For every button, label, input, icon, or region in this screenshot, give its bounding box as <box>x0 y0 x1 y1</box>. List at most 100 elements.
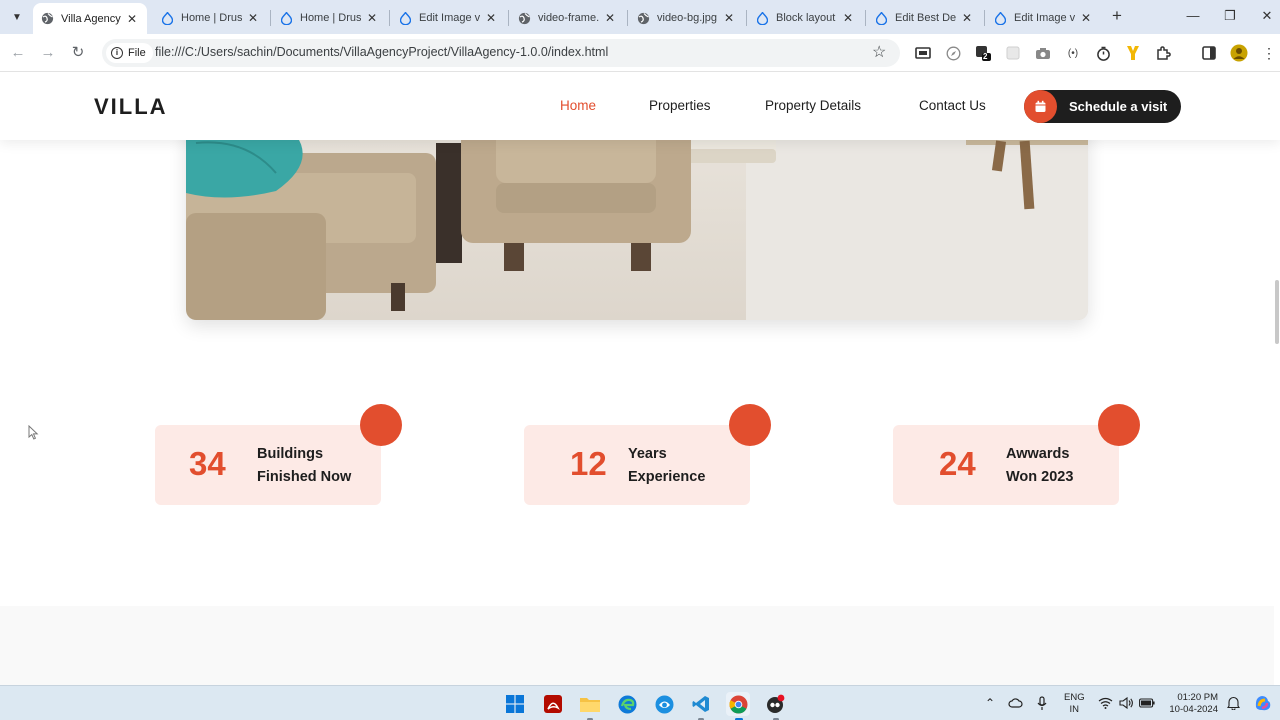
tab-home-drupal-2[interactable]: Home | Drus ✕ <box>272 4 387 32</box>
tab-home-drupal-1[interactable]: Home | Drus ✕ <box>153 4 268 32</box>
edge-icon[interactable] <box>616 693 638 715</box>
chevron-up-icon[interactable]: ⌃ <box>982 695 998 711</box>
url-text[interactable]: file:///C:/Users/sachin/Documents/VillaA… <box>155 45 608 59</box>
battery-icon[interactable] <box>1139 695 1155 711</box>
schedule-visit-label: Schedule a visit <box>1069 99 1168 114</box>
side-panel-icon[interactable] <box>1200 44 1218 62</box>
volume-icon[interactable] <box>1118 695 1134 711</box>
tab-edit-image-2[interactable]: Edit Image vi ✕ <box>986 4 1101 32</box>
drupal-icon <box>756 11 769 25</box>
notification-bell-icon[interactable] <box>1225 695 1241 711</box>
page-viewport: VILLA Home Properties Property Details C… <box>0 73 1280 685</box>
stat-label-line2: Won 2023 <box>1006 469 1074 485</box>
stat-label: Awwards Won 2023 <box>1006 443 1073 489</box>
schedule-visit-button[interactable]: Schedule a visit <box>1024 90 1181 123</box>
tab-title: Block layout <box>776 12 836 24</box>
code-icon[interactable]: (•) <box>1064 44 1082 62</box>
tab-title: Edit Image vi <box>419 12 480 24</box>
app-icon[interactable] <box>764 693 786 715</box>
timer-icon[interactable] <box>1094 44 1112 62</box>
calendar-icon <box>1024 90 1057 123</box>
stat-card-buildings: 34 Buildings Finished Now <box>155 404 402 505</box>
tab-edit-image-1[interactable]: Edit Image vi ✕ <box>391 4 506 32</box>
tab-edit-best-deal[interactable]: Edit Best Dea ✕ <box>867 4 982 32</box>
close-icon[interactable]: ✕ <box>603 11 617 25</box>
nav-contact-us[interactable]: Contact Us <box>919 98 986 113</box>
back-icon[interactable]: ← <box>8 43 28 63</box>
microphone-icon[interactable] <box>1034 695 1050 711</box>
tab-block-layout[interactable]: Block layout ✕ <box>748 4 863 32</box>
address-bar[interactable]: i File file:///C:/Users/sachin/Documents… <box>102 39 900 67</box>
window-close-icon[interactable]: ✕ <box>1254 6 1280 26</box>
site-logo[interactable]: VILLA <box>94 94 168 120</box>
language-line2: IN <box>1069 704 1080 715</box>
close-icon[interactable]: ✕ <box>841 11 855 25</box>
extension-icon[interactable] <box>1004 44 1022 62</box>
stat-card-years: 12 Years Experience <box>524 404 771 505</box>
close-icon[interactable]: ✕ <box>125 12 139 26</box>
bookmark-star-icon[interactable]: ☆ <box>872 42 886 62</box>
windows-start-icon[interactable] <box>504 693 526 715</box>
stat-accent-dot <box>1098 404 1140 446</box>
minimize-icon[interactable]: — <box>1180 6 1206 26</box>
stat-accent-dot <box>360 404 402 446</box>
tab-search-button[interactable]: ▼ <box>7 7 27 27</box>
drupal-icon <box>280 11 293 25</box>
scrollbar-thumb[interactable] <box>1275 280 1279 344</box>
file-explorer-icon[interactable] <box>579 693 601 715</box>
puzzle-icon[interactable] <box>1154 44 1172 62</box>
close-icon[interactable]: ✕ <box>246 11 260 25</box>
tab-title: video-frame. <box>538 12 599 24</box>
app-icon[interactable] <box>653 693 675 715</box>
screencast-icon[interactable] <box>914 44 932 62</box>
language-line1: ENG <box>1064 692 1085 703</box>
tab-title: Home | Drus <box>181 12 242 24</box>
clock-date: 10-04-2024 <box>1169 704 1218 715</box>
tab-title: Home | Drus <box>300 12 361 24</box>
tab-video-bg[interactable]: video-bg.jpg ✕ <box>629 4 744 32</box>
chrome-icon[interactable] <box>726 692 750 716</box>
nav-properties[interactable]: Properties <box>649 98 711 113</box>
tab-villa-agency[interactable]: Villa Agency ✕ <box>33 3 147 34</box>
new-tab-button[interactable]: + <box>1108 7 1126 25</box>
system-clock[interactable]: 01:20 PM 10-04-2024 <box>1160 692 1218 716</box>
tab-title: Villa Agency <box>61 12 121 25</box>
nav-home[interactable]: Home <box>560 98 596 113</box>
browser-menu-icon[interactable]: ⋮ <box>1260 44 1278 62</box>
forward-icon[interactable]: → <box>38 43 58 63</box>
vscode-icon[interactable] <box>690 693 712 715</box>
tab-separator <box>984 10 985 26</box>
cloud-icon[interactable] <box>1007 695 1023 711</box>
reload-icon[interactable]: ↻ <box>68 43 88 63</box>
language-indicator[interactable]: ENG IN <box>1064 692 1085 716</box>
close-icon[interactable]: ✕ <box>960 11 974 25</box>
drupal-icon <box>994 11 1007 25</box>
drupal-icon <box>399 11 412 25</box>
hero-image-living-room <box>186 113 1088 320</box>
acrobat-icon[interactable] <box>542 693 564 715</box>
restore-icon[interactable]: ❐ <box>1217 6 1243 26</box>
globe-icon <box>637 12 650 25</box>
stat-label: Buildings Finished Now <box>257 443 351 489</box>
close-icon[interactable]: ✕ <box>722 11 736 25</box>
nav-property-details[interactable]: Property Details <box>765 98 861 113</box>
compass-icon[interactable] <box>944 44 962 62</box>
tab-video-frame[interactable]: video-frame. ✕ <box>510 4 625 32</box>
tab-separator <box>865 10 866 26</box>
tab-separator <box>746 10 747 26</box>
wifi-icon[interactable] <box>1097 695 1113 711</box>
close-icon[interactable]: ✕ <box>1079 11 1093 25</box>
profile-avatar[interactable] <box>1230 44 1248 62</box>
site-info-chip[interactable]: i File <box>106 43 153 63</box>
y-extension-icon[interactable] <box>1124 44 1142 62</box>
close-icon[interactable]: ✕ <box>484 11 498 25</box>
camera-icon[interactable] <box>1034 44 1052 62</box>
close-icon[interactable]: ✕ <box>365 11 379 25</box>
extension-badge-icon[interactable]: 2 <box>974 44 992 62</box>
stat-label-line1: Buildings <box>257 446 324 462</box>
next-section-background <box>0 606 1274 685</box>
page-scrollbar[interactable] <box>1274 73 1280 685</box>
copilot-icon[interactable] <box>1253 693 1273 713</box>
stat-label: Years Experience <box>628 443 705 489</box>
chip-label: File <box>128 47 146 59</box>
